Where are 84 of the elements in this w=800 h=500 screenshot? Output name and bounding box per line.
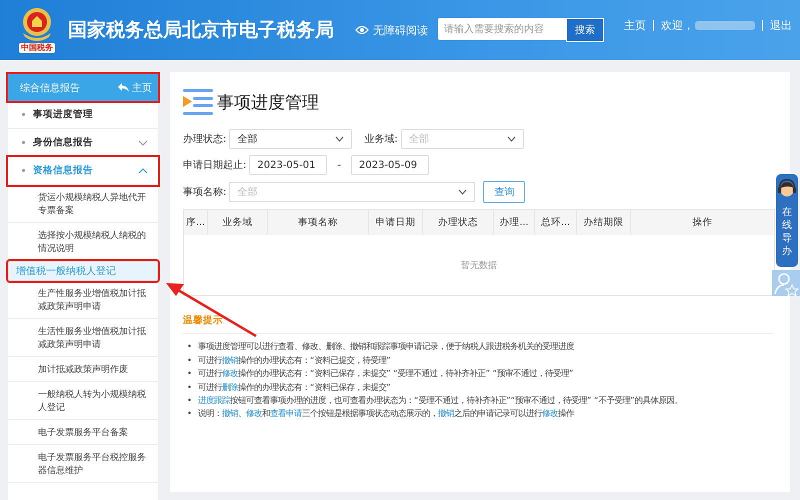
column-header: 事项名称: [268, 210, 369, 235]
date-field[interactable]: 2023-05-09: [350, 155, 429, 175]
header-link[interactable]: 主页: [624, 18, 646, 33]
chevron-down-icon: [335, 136, 344, 142]
tip-text: 可进行: [198, 380, 222, 394]
tips-title: 温馨提示: [183, 314, 773, 334]
sidebar-subitem[interactable]: 一般纳税人转为小规模纳税人登记: [8, 382, 158, 420]
tip-text: 操作的办理状态有：“资料已提交，待受理”: [238, 354, 391, 366]
list-icon: [183, 89, 215, 115]
tip-text: 和: [262, 407, 270, 420]
logo-caption: 中国税务: [19, 43, 55, 53]
search-field[interactable]: 请输入需要搜索的内容: [438, 18, 566, 40]
column-header: 总环...: [535, 210, 577, 235]
tip-text: 操作的办理状态有：“资料已保存，未提交” “受理不通过，待补齐补正” “预审不通过，待受理”: [238, 367, 574, 380]
tip-link[interactable]: 进度跟踪: [198, 394, 230, 407]
sidebar-title: 综合信息报告: [20, 82, 80, 94]
site-title: 国家税务总局北京市电子税务局: [68, 18, 334, 43]
sidebar-item[interactable]: 事项进度管理: [8, 101, 158, 129]
tip-link[interactable]: 撤销: [222, 407, 238, 420]
sidebar-subitem[interactable]: 生产性服务业增值税加计抵减政策声明申请: [8, 281, 158, 319]
tip-text: 说明：: [198, 407, 222, 420]
query-button[interactable]: 查询: [483, 181, 526, 203]
bullet-marker: •: [187, 407, 192, 420]
column-header: 办理状态: [423, 210, 494, 235]
sidebar-subitem[interactable]: 增值税一般纳税人登记: [8, 261, 158, 281]
tip-text: 可进行: [198, 354, 222, 366]
sidebar-subitem[interactable]: 电子发票服务平台备案: [8, 420, 158, 445]
tip-text: 之后的申请记录可以进行: [454, 407, 542, 420]
welcome-text: 欢迎，: [661, 18, 694, 33]
page-title: 事项进度管理: [217, 92, 319, 114]
tip-text: 三个按钮是根据事项状态动态展示的，: [302, 407, 438, 420]
bullet-marker: •: [187, 380, 192, 394]
field-label: 申请日期起止:: [183, 158, 246, 172]
date-field[interactable]: 2023-05-01: [249, 155, 328, 175]
item-name-select[interactable]: 全部: [229, 182, 476, 202]
sidebar-item[interactable]: 资格信息报告: [8, 157, 158, 185]
bullet-marker: •: [187, 394, 192, 407]
chevron-up-icon: [138, 168, 148, 174]
status-select[interactable]: 全部: [229, 129, 352, 149]
online-guide-button[interactable]: 在线导办: [776, 174, 798, 267]
tip-text: 操作: [558, 407, 574, 420]
sidebar-subitem[interactable]: 生活性服务业增值税加计抵减政策声明申请: [8, 319, 158, 357]
column-header: 业务域: [208, 210, 268, 235]
tip-text: 、: [238, 407, 246, 420]
header-link[interactable]: 退出: [770, 18, 792, 33]
search-button[interactable]: 搜索: [566, 18, 604, 42]
sidebar-subitem[interactable]: 加计抵减政策声明作废: [8, 357, 158, 382]
back-arrow-icon: [118, 83, 129, 92]
chevron-down-icon: [138, 140, 148, 146]
chevron-down-icon: [458, 189, 468, 195]
home-link[interactable]: 主页: [118, 80, 152, 94]
bullet-marker: •: [187, 354, 192, 366]
tip-link[interactable]: 撤销: [222, 354, 238, 366]
tip-link[interactable]: 修改: [222, 367, 238, 380]
blurred-username: [695, 21, 755, 30]
tip-text: 可进行: [198, 367, 222, 380]
column-header: 操作: [692, 216, 714, 230]
empty-message: 暂无数据: [461, 260, 497, 272]
column-header: 办结期限: [577, 210, 631, 235]
tip-text: 按钮可查看事项办理的进度，也可查看办理状态为：“受理不通过，待补齐补正”“预审不通过，待受理” “不予受理”的具体原因。: [230, 394, 683, 407]
tip-link[interactable]: 修改: [542, 407, 558, 420]
eye-icon: [355, 25, 369, 35]
column-header: 办理...: [494, 210, 535, 235]
sidebar-item[interactable]: 身份信息报告: [8, 129, 158, 157]
sidebar-subitem[interactable]: 货运小规模纳税人异地代开专票备案: [8, 185, 158, 223]
tip-link[interactable]: 删除: [222, 380, 238, 394]
bullet-marker: •: [187, 340, 192, 353]
tip-link[interactable]: 查看申请: [270, 407, 302, 420]
field-label: 事项名称:: [183, 186, 226, 199]
chevron-down-icon: [506, 136, 516, 142]
tip-link[interactable]: 修改: [246, 407, 262, 420]
tip-text: 事项进度管理可以进行查看、修改、删除、撤销和跟踪事项申请记录，便于纳税人跟进税务机关的受理进度: [198, 340, 574, 353]
sidebar-subitem[interactable]: 电子发票服务平台税控服务器信息维护: [8, 445, 158, 483]
column-header: 序...: [184, 210, 208, 235]
field-label: 业务域:: [364, 132, 398, 146]
tip-link[interactable]: 撤销: [438, 407, 454, 420]
accessibility-link[interactable]: 无障碍阅读: [373, 22, 428, 38]
date-separator: -: [337, 160, 341, 170]
column-header: 申请日期: [369, 210, 423, 235]
tip-text: 操作的办理状态有：“资料已保存，未提交”: [238, 380, 391, 394]
bullet-marker: •: [187, 367, 192, 380]
field-label: 办理状态:: [183, 132, 226, 146]
domain-select[interactable]: 全部: [400, 129, 524, 149]
emblem-icon: [20, 7, 54, 43]
